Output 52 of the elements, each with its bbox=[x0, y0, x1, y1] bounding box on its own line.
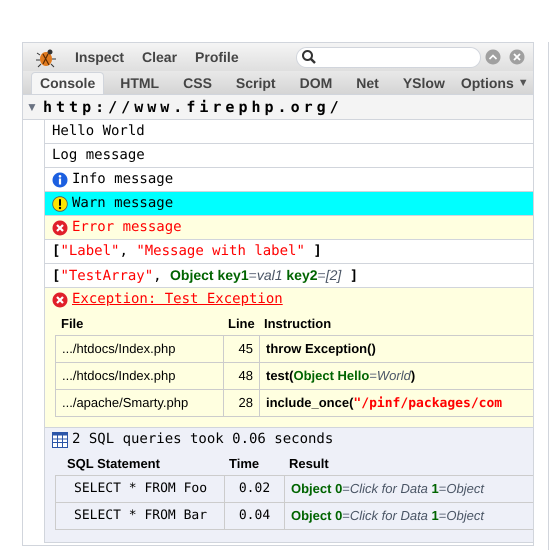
table-cell-text: .../htdocs/Index.php bbox=[61, 367, 176, 386]
table-cell-text: .../htdocs/Index.php bbox=[61, 340, 176, 358]
table-cell-text: .../apache/Smarty.php bbox=[61, 394, 190, 412]
table-cell: 45 bbox=[223, 336, 259, 362]
log-message: Warn message bbox=[72, 194, 174, 213]
tab[interactable]: Console bbox=[31, 72, 104, 94]
tab[interactable]: DOM bbox=[292, 72, 340, 94]
error-icon bbox=[52, 220, 68, 236]
options-menu[interactable]: Options ▼ bbox=[460, 72, 529, 94]
log-message: Error message bbox=[72, 218, 182, 237]
log-message[interactable]: Exception: Test Exception bbox=[72, 289, 283, 310]
log-message: ["TestArray", Object key1=val1 key2=[2] ] bbox=[52, 266, 358, 286]
close-icon[interactable] bbox=[509, 49, 525, 65]
log-message: Log message bbox=[52, 146, 145, 165]
table-cell: Object 0=Click for Data 1=Object bbox=[284, 476, 533, 502]
tab[interactable]: YSlow bbox=[394, 72, 453, 94]
group-title[interactable]: http://www.firephp.org/ bbox=[43, 96, 343, 118]
column-header: Time bbox=[228, 455, 260, 474]
table-cell: Object 0=Click for Data 1=Object bbox=[284, 503, 533, 529]
toolbar-button[interactable]: Inspect bbox=[69, 46, 130, 68]
toolbar-button[interactable]: Profile bbox=[189, 46, 245, 68]
table-icon bbox=[52, 432, 68, 448]
column-header: Result bbox=[288, 455, 330, 474]
table-cell: 48 bbox=[223, 363, 259, 389]
column-header: File bbox=[60, 315, 84, 334]
error-icon bbox=[52, 292, 68, 308]
tab[interactable]: HTML bbox=[112, 72, 168, 94]
log-message: Info message bbox=[72, 170, 174, 189]
search-icon bbox=[301, 49, 317, 65]
table-cell-text: SELECT * FROM Foo bbox=[73, 480, 208, 498]
table-cell: 28 bbox=[223, 390, 259, 416]
table-cell: throw Exception() bbox=[259, 336, 533, 362]
table-cell: 0.04 bbox=[224, 503, 284, 529]
warning-icon bbox=[52, 196, 68, 212]
log-message: ["Label", "Message with label" ] bbox=[52, 242, 322, 261]
column-header: Line bbox=[227, 315, 256, 334]
log-message: 2 SQL queries took 0.06 seconds bbox=[72, 430, 334, 449]
table-cell: include_once("/pinf/packages/com bbox=[259, 390, 533, 416]
table-cell-text: SELECT * FROM Bar bbox=[73, 507, 208, 526]
expand-toggle[interactable]: ▼ bbox=[25, 98, 39, 116]
log-message: Hello World bbox=[52, 122, 145, 141]
tab[interactable]: Script bbox=[228, 72, 284, 94]
info-icon bbox=[52, 172, 68, 188]
up-icon[interactable] bbox=[485, 49, 501, 65]
column-header: SQL Statement bbox=[66, 455, 161, 474]
column-header: Instruction bbox=[263, 315, 332, 334]
toolbar-button[interactable]: Clear bbox=[136, 46, 184, 68]
search-field[interactable] bbox=[296, 46, 481, 68]
table-cell: test(Object Hello=World) bbox=[259, 363, 533, 389]
tab[interactable]: CSS bbox=[175, 72, 220, 94]
tab[interactable]: Net bbox=[348, 72, 387, 94]
table-cell: 0.02 bbox=[224, 476, 284, 502]
